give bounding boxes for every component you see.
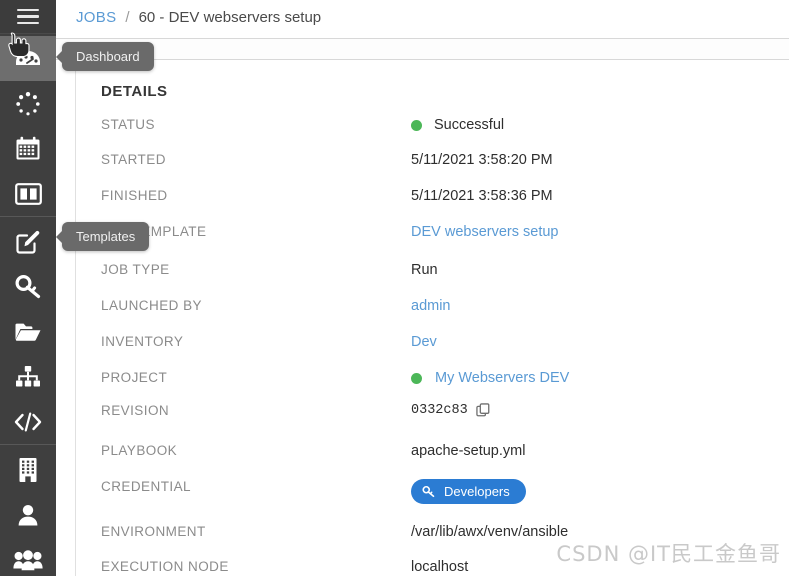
menu-icon <box>17 5 39 29</box>
detail-label: EXECUTION NODE <box>101 559 229 574</box>
folder-open-icon <box>14 321 42 343</box>
breadcrumb-current: 60 - DEV webservers setup <box>138 8 322 26</box>
detail-label: PROJECT <box>101 370 168 385</box>
detail-value[interactable]: Dev <box>411 334 437 350</box>
sidebar-item-jobs[interactable] <box>0 81 56 126</box>
detail-value[interactable]: Developers <box>411 479 526 504</box>
key-icon <box>14 274 42 299</box>
detail-label: JOB TYPE <box>101 262 170 277</box>
breadcrumb-link-jobs[interactable]: JOBS <box>76 9 116 26</box>
detail-label: FINISHED <box>101 188 168 203</box>
project-status-dot <box>411 372 422 384</box>
dashboard-gauge-icon <box>14 48 42 70</box>
detail-label: CREDENTIAL <box>101 479 192 494</box>
detail-label: ENVIRONMENT <box>101 524 206 539</box>
building-icon <box>17 457 39 483</box>
status-text: Successful <box>434 117 505 133</box>
watermark: CSDN @IT民工金鱼哥 <box>556 542 781 566</box>
sidebar-item-users[interactable] <box>0 492 56 537</box>
detail-value: 5/11/2021 3:58:20 PM <box>411 152 553 168</box>
detail-value[interactable]: DEV webservers setup <box>411 224 558 240</box>
breadcrumb: JOBS / 60 - DEV webservers setup <box>56 0 789 34</box>
jobs-spinner-icon <box>15 91 41 117</box>
detail-value: 5/11/2021 3:58:36 PM <box>411 188 553 204</box>
detail-row: STARTED 5/11/2021 3:58:20 PM <box>0 152 733 174</box>
portal-panels-icon <box>14 182 42 205</box>
tooltip-dashboard: Dashboard <box>62 42 154 71</box>
sidebar-item-templates[interactable] <box>0 219 56 264</box>
detail-value: /var/lib/awx/venv/ansible <box>411 524 569 540</box>
detail-row: PLAYBOOK apache-setup.yml <box>0 443 733 465</box>
revision-hash: 0332c83 <box>411 403 468 418</box>
credential-badge-label: Developers <box>444 484 510 499</box>
detail-label: LAUNCHED BY <box>101 298 202 313</box>
sidebar-group-resources <box>0 217 56 444</box>
detail-value[interactable]: admin <box>411 298 451 314</box>
user-icon <box>16 503 40 527</box>
sidebar-item-my-view[interactable] <box>0 171 56 216</box>
detail-row: JOB TYPE Run <box>0 262 733 284</box>
users-group-icon <box>13 549 43 571</box>
sidebar-item-projects[interactable] <box>0 309 56 354</box>
detail-value: localhost <box>411 559 469 575</box>
detail-value: Successful <box>411 117 504 133</box>
hamburger-menu-button[interactable] <box>0 0 56 34</box>
sidebar-item-teams[interactable] <box>0 537 56 582</box>
sidebar-item-dashboard[interactable] <box>0 36 56 81</box>
detail-label: REVISION <box>101 403 170 418</box>
code-brackets-icon <box>14 412 42 432</box>
detail-row: CREDENTIAL Developers <box>0 479 733 504</box>
detail-label: STARTED <box>101 152 166 167</box>
detail-row: PROJECT My Webservers DEV <box>0 370 733 392</box>
sidebar-item-inventory-scripts[interactable] <box>0 399 56 444</box>
job-tab-bar[interactable] <box>56 38 789 60</box>
detail-row: REVISION 0332c83 <box>0 403 733 425</box>
sidebar-item-inventories[interactable] <box>0 354 56 399</box>
detail-row: INVENTORY Dev <box>0 334 733 356</box>
detail-row: STATUS Successful <box>0 117 733 139</box>
detail-value: Run <box>411 262 438 278</box>
breadcrumb-separator: / <box>125 8 130 26</box>
detail-value: apache-setup.yml <box>411 443 526 459</box>
sidebar <box>0 0 56 576</box>
pencil-square-icon <box>15 229 41 254</box>
details-heading: DETAILS <box>101 83 168 100</box>
sidebar-group-access <box>0 445 56 582</box>
sitemap-icon <box>15 365 41 388</box>
detail-value: 0332c83 <box>411 403 491 418</box>
detail-row: FINISHED 5/11/2021 3:58:36 PM <box>0 188 733 210</box>
sidebar-group-primary <box>0 34 56 216</box>
sidebar-item-credentials[interactable] <box>0 264 56 309</box>
key-icon <box>422 485 435 498</box>
detail-label: PLAYBOOK <box>101 443 178 458</box>
detail-value[interactable]: My Webservers DEV <box>411 370 569 386</box>
detail-row: LAUNCHED BY admin <box>0 298 733 320</box>
copy-icon[interactable] <box>476 403 491 418</box>
status-dot <box>411 119 422 131</box>
project-link[interactable]: My Webservers DEV <box>435 370 569 386</box>
sidebar-item-schedules[interactable] <box>0 126 56 171</box>
detail-label: STATUS <box>101 117 155 132</box>
detail-label: INVENTORY <box>101 334 184 349</box>
credential-badge[interactable]: Developers <box>411 479 526 504</box>
tooltip-templates: Templates <box>62 222 150 251</box>
calendar-icon <box>15 136 41 161</box>
sidebar-item-organizations[interactable] <box>0 447 56 492</box>
